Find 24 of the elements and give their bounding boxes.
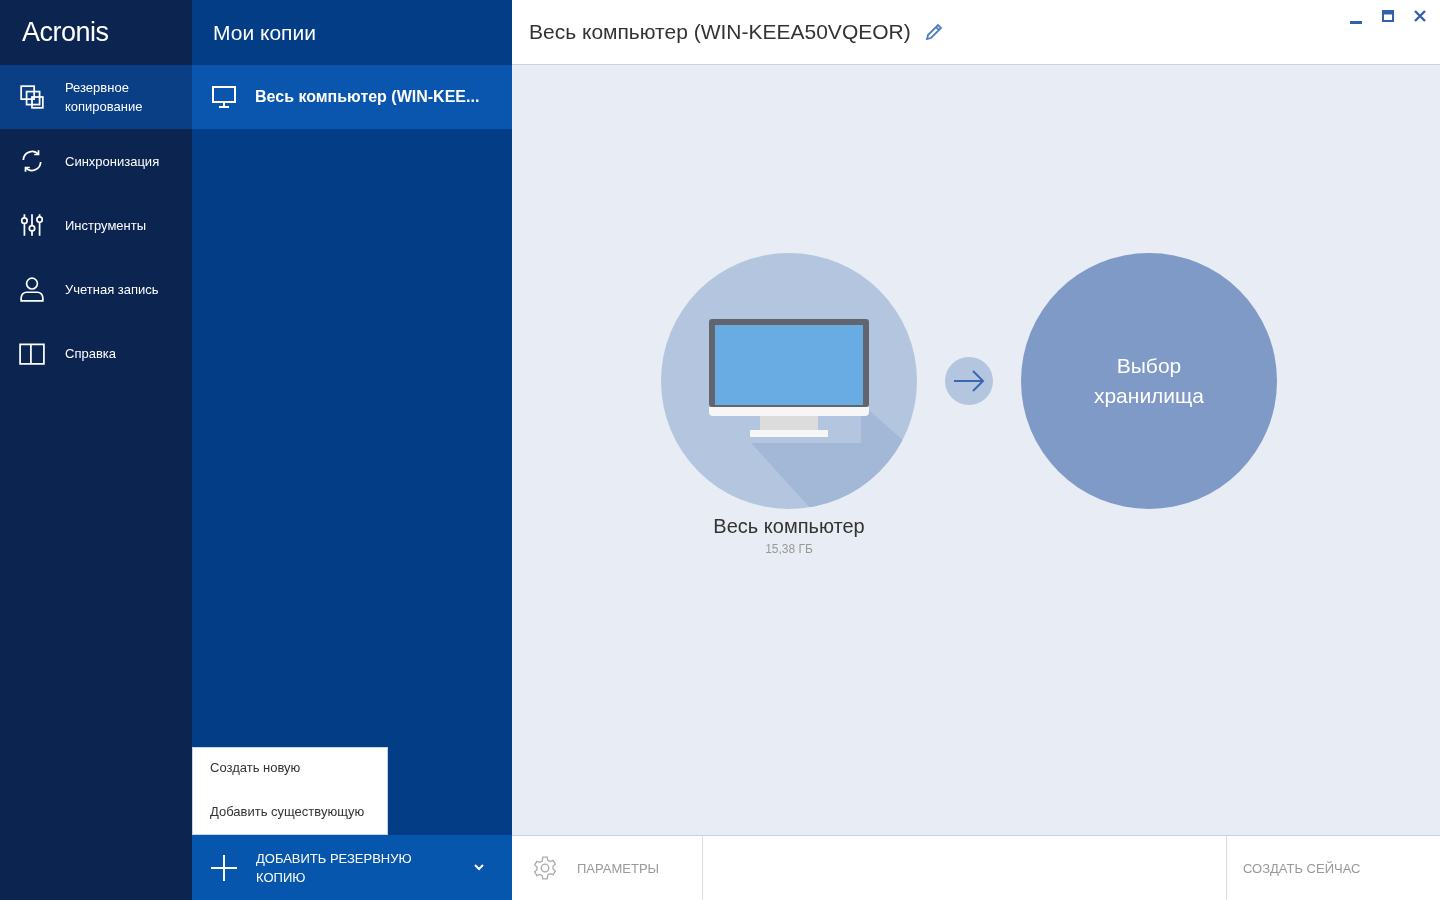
nav-item[interactable]: Инструменты [0,193,192,257]
monitor-icon [211,85,237,109]
add-backup-button[interactable]: ДОБАВИТЬ РЕЗЕРВНУЮ КОПИЮ [192,835,512,900]
nav-item[interactable]: Учетная запись [0,257,192,321]
menu-item[interactable]: Создать новую [193,754,387,794]
source-size: 15,38 ГБ [765,542,813,556]
menu-item[interactable]: Добавить существующую [193,794,387,828]
tools-icon [19,212,45,238]
nav-item[interactable]: Справка [0,321,192,385]
help-icon [19,340,45,366]
source-label: Весь компьютер [713,515,865,538]
backup-title: Весь компьютер (WIN-KEEA50VQEOR) [529,20,911,44]
nav-item[interactable]: Резервное копирование [0,65,192,129]
computer-drawing[interactable] [661,253,917,509]
chevron-down-icon [474,864,484,871]
pencil-icon[interactable] [924,23,943,41]
brand-logo: Acronis [22,17,109,48]
plus-icon [210,853,238,882]
backup-list-item[interactable]: Весь компьютер (WIN-KEE... [192,65,512,129]
settings-icon [532,855,558,881]
panel-title: Мои копии [213,20,316,45]
account-icon [19,276,45,302]
nav-item[interactable]: Синхронизация [0,129,192,193]
backup-icon [19,84,45,110]
